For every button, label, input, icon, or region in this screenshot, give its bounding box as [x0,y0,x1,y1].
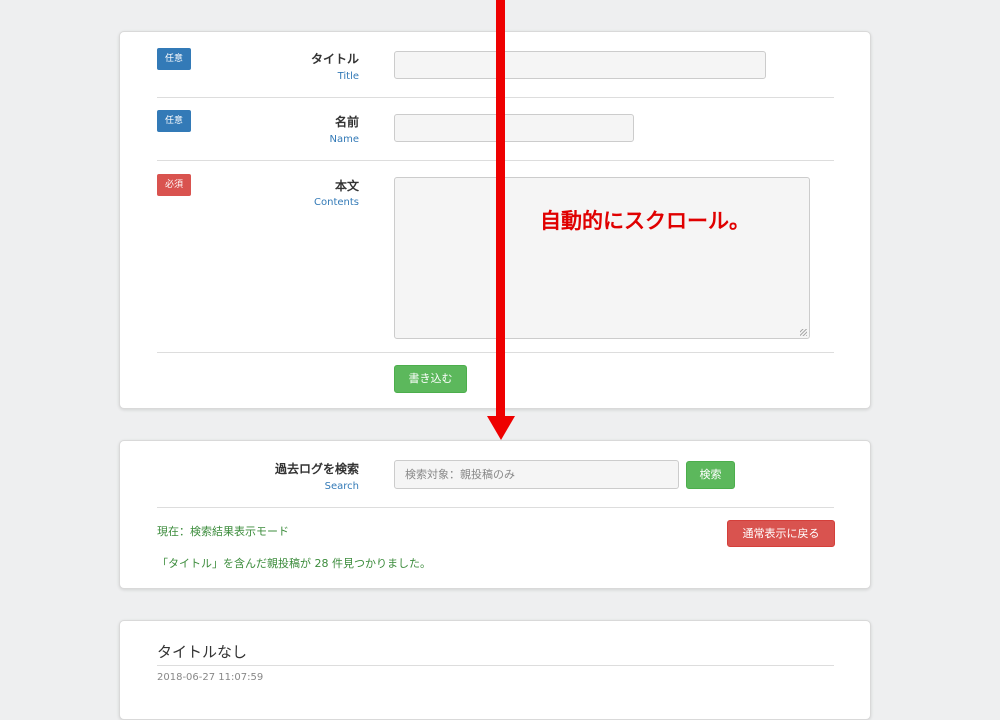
title-label: タイトル [310,52,359,66]
scroll-annotation: 自動的にスクロール。 [540,209,750,233]
search-result-count: 「タイトル」を含んだ親投稿が 28 件見つかりました。 [157,557,431,570]
optional-badge: 任意 [157,110,191,132]
post-form-panel: 任意 タイトル Title 任意 名前 Name 必須 本文 Contents … [119,31,871,409]
search-placeholder: 検索対象：親投稿のみ [405,468,515,481]
post-panel: タイトルなし 2018-06-27 11:07:59 [119,620,871,720]
contents-sublabel: Contents [314,197,359,208]
return-normal-view-button[interactable]: 通常表示に戻る [727,520,835,547]
search-button[interactable]: 検索 [686,461,735,489]
submit-button[interactable]: 書き込む [394,365,467,393]
name-label: 名前 [334,115,359,129]
search-input[interactable]: 検索対象：親投稿のみ [394,460,679,489]
name-sublabel: Name [329,134,359,145]
resize-handle-icon[interactable] [800,329,807,336]
optional-badge: 任意 [157,48,191,70]
search-mode-status: 現在：検索結果表示モード [157,525,289,538]
divider [157,507,834,508]
search-label: 過去ログを検索 [274,462,359,476]
title-input[interactable] [394,51,766,79]
title-sublabel: Title [337,71,359,82]
post-title: タイトルなし [157,643,248,661]
arrow-head-icon [487,416,515,440]
required-badge: 必須 [157,174,191,196]
contents-label: 本文 [334,179,359,193]
name-input[interactable] [394,114,634,142]
divider [157,665,834,666]
contents-textarea[interactable] [394,177,810,339]
search-sublabel: Search [324,481,359,492]
scroll-arrow-icon [496,0,505,418]
search-panel: 過去ログを検索 Search 検索対象：親投稿のみ 検索 現在：検索結果表示モー… [119,440,871,589]
post-date: 2018-06-27 11:07:59 [157,672,264,683]
